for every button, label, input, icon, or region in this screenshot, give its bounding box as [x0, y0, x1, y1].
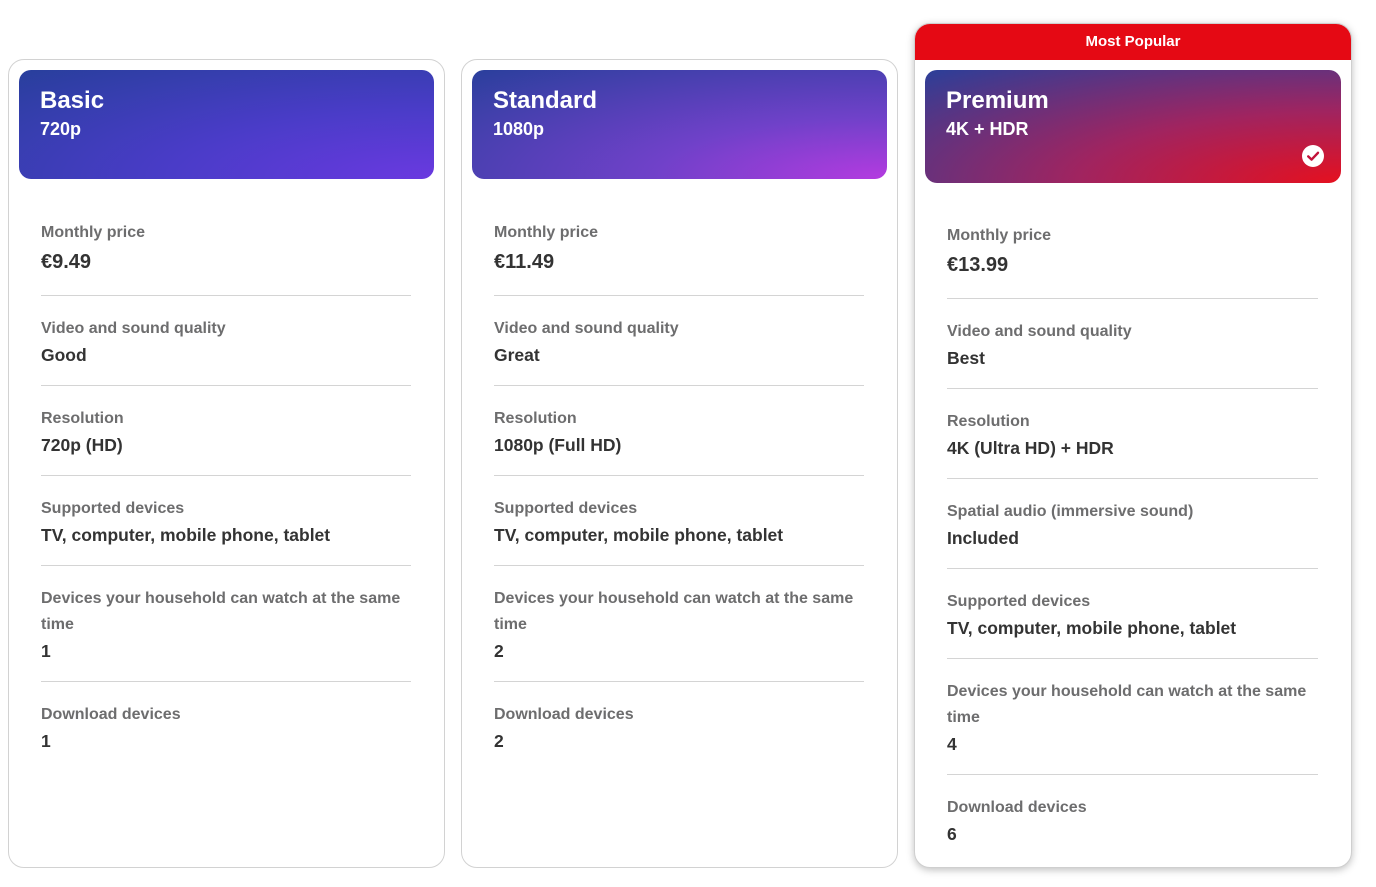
feature-label: Video and sound quality — [947, 323, 1132, 340]
feature-resolution: Resolution 4K (Ultra HD) + HDR — [947, 389, 1318, 479]
feature-supported-devices: Supported devices TV, computer, mobile p… — [41, 476, 411, 566]
feature-value: TV, computer, mobile phone, tablet — [494, 525, 784, 545]
feature-value: 6 — [947, 824, 957, 844]
feature-label: Resolution — [494, 410, 577, 427]
plan-name: Basic — [40, 87, 105, 114]
feature-value: Included — [947, 528, 1019, 548]
plan-features-standard: Monthly price €11.49 Video and sound qua… — [494, 200, 864, 771]
feature-video-quality: Video and sound quality Best — [947, 299, 1318, 389]
feature-value: TV, computer, mobile phone, tablet — [947, 618, 1237, 638]
feature-label: Resolution — [947, 413, 1030, 430]
plan-resolution-short: 1080p — [493, 119, 545, 139]
feature-monthly-price: Monthly price €9.49 — [41, 200, 411, 296]
plan-card-basic[interactable]: Basic 720p Monthly price €9.49 Video and… — [8, 59, 445, 868]
feature-resolution: Resolution 1080p (Full HD) — [494, 386, 864, 476]
feature-value: Best — [947, 348, 985, 368]
feature-label: Devices your household can watch at the … — [494, 590, 854, 633]
feature-label: Download devices — [494, 706, 634, 723]
feature-value: €9.49 — [41, 251, 92, 273]
feature-download-devices: Download devices 1 — [41, 682, 411, 771]
plan-card-premium[interactable]: Most Popular Premium 4K + HDR Monthly pr… — [914, 23, 1352, 868]
feature-monthly-price: Monthly price €13.99 — [947, 203, 1318, 299]
feature-label: Supported devices — [41, 500, 185, 517]
feature-label: Download devices — [41, 706, 181, 723]
feature-simultaneous-streams: Devices your household can watch at the … — [494, 566, 864, 682]
plan-header-premium: Premium 4K + HDR — [925, 70, 1341, 183]
feature-value: TV, computer, mobile phone, tablet — [41, 525, 331, 545]
feature-spatial-audio: Spatial audio (immersive sound) Included — [947, 479, 1318, 569]
feature-value: 4K (Ultra HD) + HDR — [947, 438, 1114, 458]
feature-value: 1080p (Full HD) — [494, 435, 622, 455]
plan-header-standard: Standard 1080p — [472, 70, 887, 179]
plan-features-basic: Monthly price €9.49 Video and sound qual… — [41, 200, 411, 771]
plan-card-standard[interactable]: Standard 1080p Monthly price €11.49 Vide… — [461, 59, 898, 868]
feature-value: Good — [41, 345, 87, 365]
feature-video-quality: Video and sound quality Good — [41, 296, 411, 386]
feature-monthly-price: Monthly price €11.49 — [494, 200, 864, 296]
plan-features-premium: Monthly price €13.99 Video and sound qua… — [947, 203, 1318, 864]
feature-resolution: Resolution 720p (HD) — [41, 386, 411, 476]
feature-download-devices: Download devices 6 — [947, 775, 1318, 864]
feature-label: Supported devices — [494, 500, 638, 517]
feature-supported-devices: Supported devices TV, computer, mobile p… — [947, 569, 1318, 659]
feature-value: 2 — [494, 641, 504, 661]
feature-label: Download devices — [947, 799, 1087, 816]
feature-label: Monthly price — [947, 227, 1052, 244]
feature-label: Video and sound quality — [41, 320, 226, 337]
feature-label: Resolution — [41, 410, 124, 427]
feature-label: Monthly price — [494, 224, 599, 241]
feature-value: €11.49 — [494, 251, 555, 273]
feature-label: Video and sound quality — [494, 320, 679, 337]
plan-resolution-short: 4K + HDR — [946, 119, 1029, 139]
feature-supported-devices: Supported devices TV, computer, mobile p… — [494, 476, 864, 566]
feature-value: 1 — [41, 731, 51, 751]
feature-label: Devices your household can watch at the … — [41, 590, 401, 633]
feature-simultaneous-streams: Devices your household can watch at the … — [947, 659, 1318, 775]
feature-value: Great — [494, 345, 540, 365]
feature-label: Monthly price — [41, 224, 146, 241]
plan-name: Standard — [493, 87, 598, 114]
feature-value: 1 — [41, 641, 51, 661]
feature-label: Spatial audio (immersive sound) — [947, 503, 1194, 520]
plan-selection-page: Basic 720p Monthly price €9.49 Video and… — [0, 0, 1376, 887]
feature-value: 2 — [494, 731, 504, 751]
check-circle-icon — [1302, 145, 1324, 167]
feature-label: Devices your household can watch at the … — [947, 683, 1307, 726]
feature-simultaneous-streams: Devices your household can watch at the … — [41, 566, 411, 682]
feature-value: 4 — [947, 734, 957, 754]
feature-label: Supported devices — [947, 593, 1091, 610]
feature-value: 720p (HD) — [41, 435, 123, 455]
plan-name: Premium — [946, 87, 1049, 114]
plan-header-basic: Basic 720p — [19, 70, 434, 179]
feature-value: €13.99 — [947, 254, 1009, 276]
feature-download-devices: Download devices 2 — [494, 682, 864, 771]
most-popular-badge: Most Popular — [915, 24, 1351, 60]
plan-resolution-short: 720p — [40, 119, 82, 139]
feature-video-quality: Video and sound quality Great — [494, 296, 864, 386]
